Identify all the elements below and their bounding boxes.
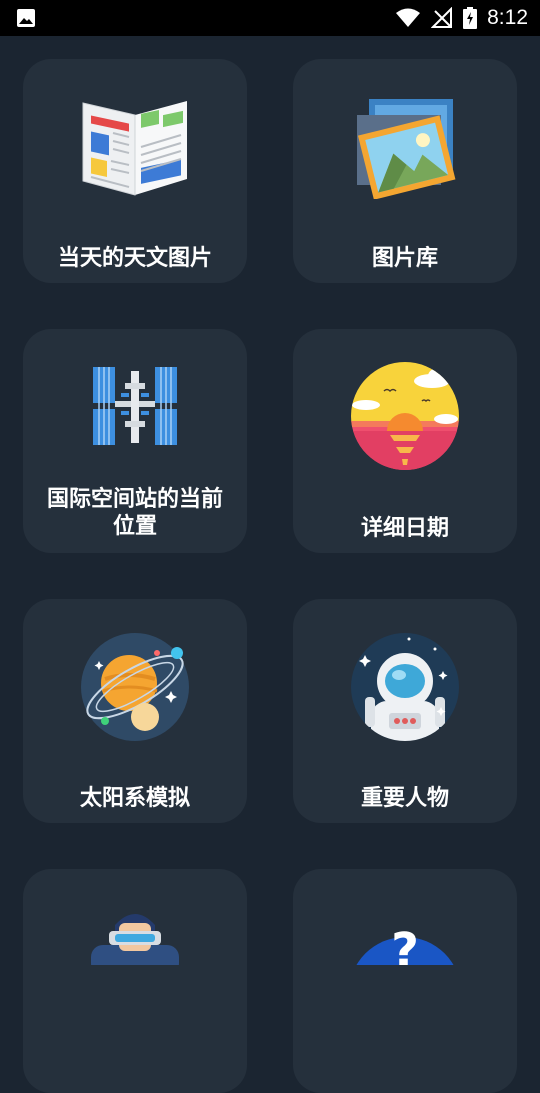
feature-grid: 当天的天文图片 图片库 国际空间站的当前 位置 详细日期 太阳系模拟 重要人物 …: [0, 36, 540, 1093]
card-label: 重要人物: [360, 786, 449, 811]
space-station-icon: [93, 367, 177, 445]
card-apod[interactable]: 当天的天文图片: [23, 59, 247, 283]
card-solar-system[interactable]: 太阳系模拟: [23, 599, 247, 823]
newspaper-icon: [82, 101, 187, 196]
vr-person-icon: [91, 914, 179, 965]
card-7[interactable]: [23, 869, 247, 1093]
question-icon: ?: [356, 923, 454, 965]
card-label: 详细日期: [360, 516, 449, 541]
solar-system-icon: [81, 633, 189, 741]
photo-gallery-icon: [357, 99, 456, 199]
card-8[interactable]: ?: [293, 869, 517, 1093]
no-signal-icon: [431, 7, 453, 28]
status-bar: 8:12: [0, 0, 540, 36]
wifi-icon: [396, 8, 421, 27]
card-label: 当天的天文图片: [57, 246, 212, 271]
astronaut-icon: [351, 633, 459, 741]
card-date-details[interactable]: 详细日期: [293, 329, 517, 553]
card-iss-location[interactable]: 国际空间站的当前 位置: [23, 329, 247, 553]
card-label: 图片库: [371, 246, 438, 271]
card-label: 国际空间站的当前 位置: [46, 487, 223, 539]
card-label: 太阳系模拟: [79, 786, 190, 811]
card-important-people[interactable]: 重要人物: [293, 599, 517, 823]
battery-charging-icon: [463, 7, 478, 29]
sunset-icon: [351, 362, 459, 470]
card-gallery[interactable]: 图片库: [293, 59, 517, 283]
status-time: 8:12: [487, 6, 528, 29]
svg-text:?: ?: [391, 923, 419, 965]
image-notification-icon: [17, 9, 35, 27]
